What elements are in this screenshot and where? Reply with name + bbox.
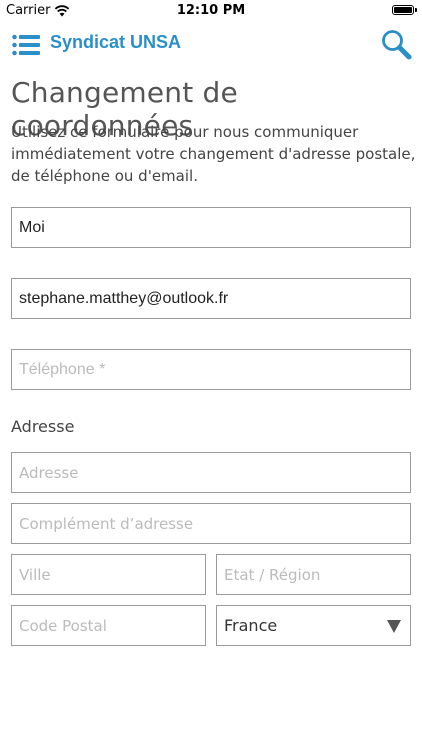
status-bar: Carrier 12:10 PM (0, 0, 422, 22)
battery-icon (392, 5, 417, 15)
country-selected-value: France (224, 616, 278, 635)
city-field[interactable] (11, 554, 206, 595)
navbar: Syndicat UNSA (0, 24, 422, 66)
phone-field[interactable] (11, 349, 411, 390)
search-icon[interactable] (380, 28, 412, 60)
name-field[interactable] (11, 207, 411, 248)
address-section-label: Adresse (11, 417, 75, 436)
app-title[interactable]: Syndicat UNSA (50, 32, 181, 53)
email-field[interactable] (11, 278, 411, 319)
country-select[interactable]: France (216, 605, 411, 646)
clock: 12:10 PM (176, 3, 246, 18)
address-field[interactable] (11, 452, 411, 493)
address-complement-field[interactable] (11, 503, 411, 544)
state-region-field[interactable] (216, 554, 411, 595)
postal-code-field[interactable] (11, 605, 206, 646)
intro-text: Utilisez ce formulaire pour nous communi… (11, 123, 416, 185)
dropdown-arrow-icon (387, 620, 401, 633)
menu-list-icon[interactable] (12, 34, 40, 56)
